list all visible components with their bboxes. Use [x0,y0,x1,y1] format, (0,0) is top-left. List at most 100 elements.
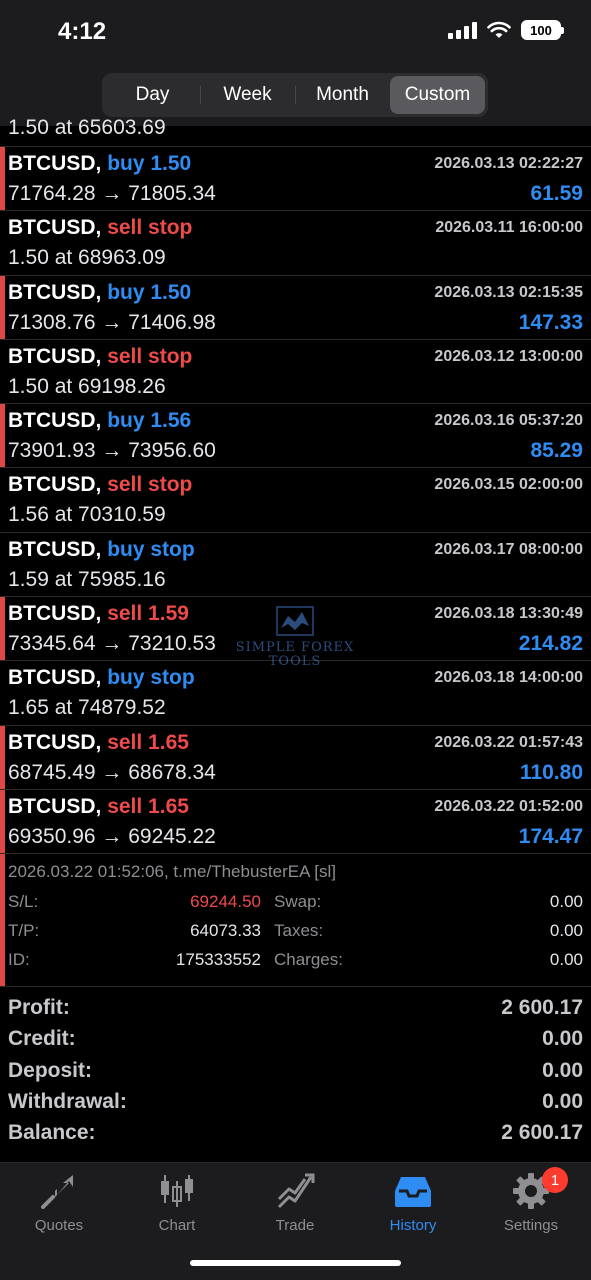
status-icons: 100 [448,20,564,40]
deal-symbol: BTCUSD, [8,730,102,754]
watermark-logo: SIMPLE FOREX TOOLS [234,606,356,669]
trade-icon [277,1173,315,1209]
deal-prices: 1.65 at 74879.52 [8,696,166,720]
tp-label: T/P: [8,921,40,941]
deal-profit: 85.29 [530,439,583,463]
deal-row[interactable]: BTCUSD, sell stop 2026.03.15 02:00:00 1.56… [0,468,591,533]
list-item[interactable]: 1.50 at 65603.69 [0,116,591,147]
deal-row[interactable]: BTCUSD, buy stop 2026.03.17 08:00:00 1.59 … [0,533,591,598]
detail-row-tp-taxes: T/P: 64073.33 Taxes: 0.00 [8,921,583,949]
deal-title: BTCUSD, buy 1.50 [8,281,191,305]
summary-label: Deposit: [8,1058,92,1082]
deal-symbol: BTCUSD, [8,280,102,304]
charges-value: 0.00 [549,950,583,970]
deal-row[interactable]: BTCUSD, sell stop 2026.03.12 13:00:00 1.50… [0,340,591,405]
deal-prices: 1.50 at 69198.26 [8,374,166,398]
summary-label: Withdrawal: [8,1089,127,1113]
deal-action: buy stop [107,666,195,690]
id-value: 175333552 [175,950,261,970]
deal-prices: 1.59 at 75985.16 [8,567,166,591]
period-segmented-control: Day Week Month Custom [102,73,488,117]
deal-symbol: BTCUSD, [8,602,102,626]
summary-credit: Credit: 0.00 [0,1027,591,1058]
deal-row[interactable]: BTCUSD, buy 1.50 2026.03.13 02:15:35 71308… [0,275,591,340]
tab-trade[interactable]: Trade [236,1171,354,1234]
summary-value: 2 600.17 [501,1121,583,1145]
cellular-signal-icon [448,21,477,39]
deal-title: BTCUSD, buy 1.50 [8,152,191,176]
deal-title: BTCUSD, buy 1.56 [8,409,191,433]
deal-details: 1.50 at 65603.69 [8,116,166,139]
deal-title: BTCUSD, sell 1.65 [8,731,189,755]
tab-label: Quotes [34,1217,84,1234]
deal-action: buy 1.50 [107,152,192,175]
status-time: 4:12 [58,18,107,45]
deal-prices: 1.50 at 68963.09 [8,246,166,270]
deal-title: BTCUSD, sell 1.65 [8,795,189,819]
deal-detail-panel: 2026.03.22 01:52:06, t.me/ThebusterEA [s… [0,854,591,988]
tab-quotes[interactable]: Quotes [0,1171,118,1234]
deal-time: 2026.03.22 01:57:43 [434,733,583,751]
deal-profit: 174.47 [518,824,583,848]
notification-badge: 1 [542,1167,568,1193]
deal-row[interactable]: BTCUSD, buy stop 2026.03.18 14:00:00 1.65 … [0,661,591,726]
deal-row[interactable]: BTCUSD, sell 1.65 2026.03.22 01:52:00 6935… [0,789,591,855]
tab-label: History [389,1217,437,1234]
tab-settings[interactable]: 1 Settings [472,1167,590,1234]
segment-month[interactable]: Month [295,76,390,114]
detail-row-id-charges: ID: 175333552 Charges: 0.00 [8,950,583,978]
summary-profit: Profit: 2 600.17 [0,996,591,1027]
deal-title: BTCUSD, sell 1.59 [8,602,189,626]
deal-prices: 68745.49 → 68678.34 [8,760,216,784]
deal-symbol: BTCUSD, [8,666,102,690]
battery-level: 100 [530,22,552,38]
taxes-label: Taxes: [274,921,324,941]
summary-value: 2 600.17 [501,996,583,1019]
deal-row[interactable]: BTCUSD, buy 1.50 2026.03.13 02:22:27 71764… [0,147,591,212]
deal-title: BTCUSD, sell stop [8,473,192,497]
deal-action: sell stop [107,473,193,497]
deal-profit: 110.80 [519,760,583,784]
account-summary: Profit: 2 600.17 Credit: 0.00 Deposit: 0.00… [0,996,591,1152]
segment-week[interactable]: Week [200,76,295,114]
tab-label: Chart [158,1217,196,1234]
segment-custom[interactable]: Custom [390,76,485,114]
deal-row[interactable]: BTCUSD, sell stop 2026.03.11 16:00:00 1.50… [0,211,591,276]
id-label: ID: [8,950,30,970]
deal-action: sell 1.59 [107,602,189,626]
deal-time: 2026.03.13 02:22:27 [434,155,583,172]
status-bar: 4:12 100 [0,0,591,66]
deal-prices: 73345.64 → 73210.53 [8,632,216,656]
deal-symbol: BTCUSD, [8,216,102,240]
charges-label: Charges: [274,950,343,970]
deal-time: 2026.03.22 01:52:00 [434,797,583,815]
deal-symbol: BTCUSD, [8,473,102,497]
battery-icon: 100 [521,20,564,40]
deal-symbol: BTCUSD, [8,537,102,561]
wifi-icon [487,21,511,38]
history-list: 1.50 at 65603.69 BTCUSD, buy 1.50 2026.03… [0,116,591,988]
tab-label: Trade [275,1217,315,1234]
eagle-logo-icon [276,606,314,636]
deal-action: sell 1.65 [107,730,189,754]
deal-profit: 214.82 [518,632,583,656]
summary-withdrawal: Withdrawal: 0.00 [0,1090,591,1121]
segment-day[interactable]: Day [105,76,200,114]
tab-history[interactable]: History [354,1171,472,1234]
sl-value: 69244.50 [190,892,261,912]
deal-action: buy 1.56 [107,409,192,433]
taxes-value: 0.00 [549,921,583,941]
deal-time: 2026.03.11 16:00:00 [435,219,583,237]
summary-label: Balance: [8,1121,96,1145]
sl-label: S/L: [8,892,39,912]
deal-action: buy 1.50 [107,280,192,304]
summary-label: Credit: [8,1027,76,1051]
summary-value: 0.00 [542,1089,583,1113]
deal-row[interactable]: BTCUSD, buy 1.56 2026.03.16 05:37:20 73901… [0,404,591,469]
swap-label: Swap: [274,892,322,912]
deal-row[interactable]: BTCUSD, sell 1.65 2026.03.22 01:57:43 6874… [0,725,591,790]
deal-action: sell 1.65 [107,794,189,818]
tab-chart[interactable]: Chart [118,1171,236,1234]
watermark-line2: TOOLS [268,654,322,669]
deal-time: 2026.03.18 13:30:49 [434,605,583,623]
